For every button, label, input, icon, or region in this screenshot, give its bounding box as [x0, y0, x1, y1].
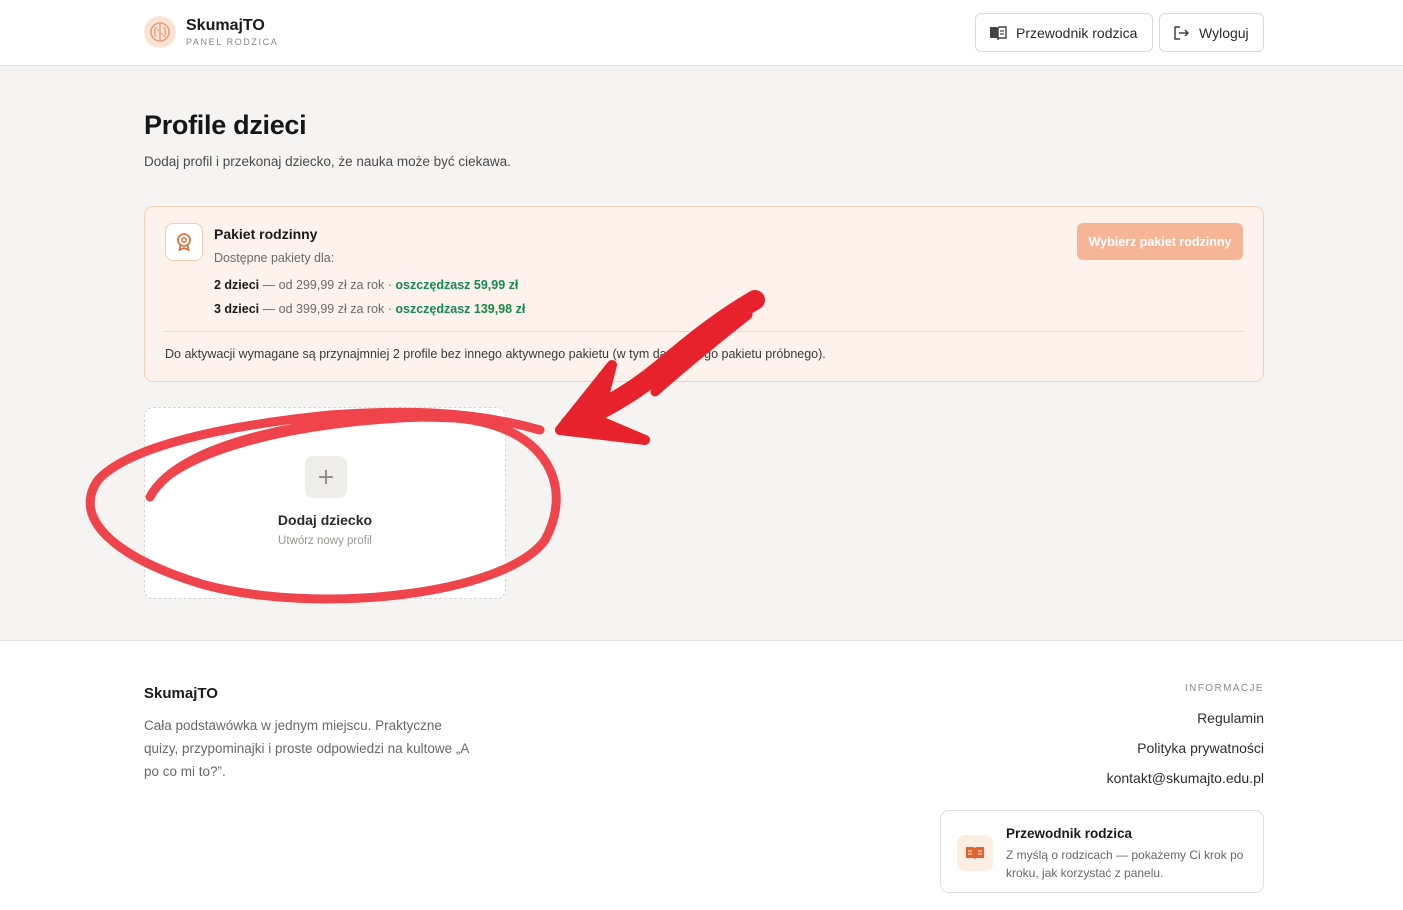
brand-subtitle: PANEL RODZICA	[186, 37, 279, 47]
footer-description: Cała podstawówka w jednym miejscu. Prakt…	[144, 718, 469, 779]
brain-icon	[144, 16, 176, 48]
plus-icon: +	[305, 456, 347, 498]
brand-logo[interactable]: SkumajTO PANEL RODZICA	[144, 16, 278, 48]
contact-email-link[interactable]: kontakt@skumajto.edu.pl	[1107, 770, 1264, 786]
footer-brand: SkumajTO	[144, 685, 218, 702]
package-option: 3 dzieci — od 399,99 zł za rok · oszczęd…	[214, 302, 526, 316]
parent-guide-label: Przewodnik rodzica	[1016, 24, 1138, 41]
savings-label: oszczędzasz 59,99 zł	[395, 278, 519, 292]
page-title: Profile dzieci	[144, 110, 307, 140]
main-content: Profile dzieci Dodaj profil i przekonaj …	[0, 66, 1403, 641]
award-icon	[165, 223, 203, 261]
family-package-title: Pakiet rodzinny	[214, 226, 318, 242]
add-child-card[interactable]: + Dodaj dziecko Utwórz nowy profil	[144, 407, 506, 599]
privacy-policy-link[interactable]: Polityka prywatności	[1137, 740, 1264, 756]
footer-info-heading: INFORMACJE	[1185, 683, 1264, 694]
open-book-icon	[957, 835, 993, 871]
divider	[165, 331, 1243, 332]
book-icon	[990, 25, 1007, 40]
logout-label: Wyloguj	[1199, 24, 1249, 41]
package-option: 2 dzieci — od 299,99 zł za rok · oszczęd…	[214, 278, 519, 292]
parent-guide-card-text: Z myślą o rodzicach — pokażemy Ci krok p…	[1006, 848, 1244, 880]
savings-label: oszczędzasz 139,98 zł	[395, 302, 526, 316]
choose-family-package-button[interactable]: Wybierz pakiet rodzinny	[1077, 223, 1243, 260]
activation-note: Do aktywacji wymagane są przynajmniej 2 …	[165, 347, 826, 361]
family-package-banner: Pakiet rodzinny Dostępne pakiety dla: 2 …	[144, 206, 1264, 382]
logout-button[interactable]: Wyloguj	[1159, 13, 1264, 52]
brand-name: SkumajTO	[186, 17, 265, 34]
page-subtitle: Dodaj profil i przekonaj dziecko, że nau…	[144, 154, 511, 169]
top-header: SkumajTO PANEL RODZICA Przewodnik rodzic…	[0, 0, 1403, 66]
logout-icon	[1174, 25, 1190, 40]
add-child-subtitle: Utwórz nowy profil	[278, 535, 372, 547]
terms-link[interactable]: Regulamin	[1197, 710, 1264, 726]
available-packages-label: Dostępne pakiety dla:	[214, 251, 335, 265]
parent-guide-button[interactable]: Przewodnik rodzica	[975, 13, 1153, 52]
parent-guide-card-title: Przewodnik rodzica	[1006, 826, 1133, 841]
footer: SkumajTO Cała podstawówka w jednym miejs…	[0, 642, 1403, 910]
add-child-title: Dodaj dziecko	[277, 512, 373, 528]
parent-guide-card[interactable]: Przewodnik rodzica Z myślą o rodzicach —…	[940, 810, 1264, 893]
